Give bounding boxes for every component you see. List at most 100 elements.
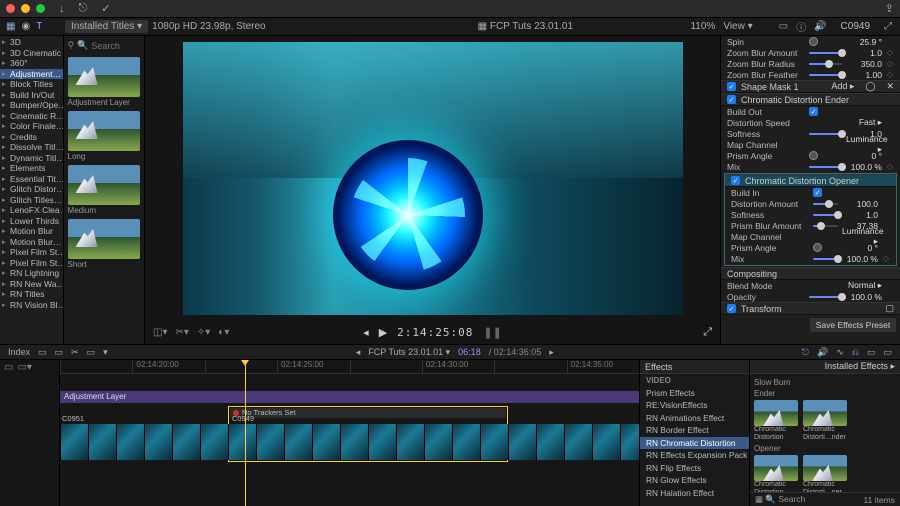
category-item[interactable]: RN Lightning <box>0 268 63 279</box>
slider[interactable] <box>813 203 838 205</box>
param-value[interactable]: 1.0 <box>842 210 878 220</box>
category-item[interactable]: RN Titles <box>0 289 63 300</box>
remove-mask-icon[interactable]: ✕ <box>886 81 894 92</box>
category-item[interactable]: Pixel Film St… <box>0 258 63 269</box>
title-thumbnail[interactable]: Short <box>68 219 140 269</box>
category-item[interactable]: Credits <box>0 132 63 143</box>
retime-tool-icon[interactable]: ◐▾ <box>218 327 229 338</box>
category-item[interactable]: Color Finale… <box>0 121 63 132</box>
photos-icon[interactable]: ◉ <box>21 21 30 32</box>
effect-category[interactable]: RN Flip Effects <box>640 462 749 475</box>
enhance-tool-icon[interactable]: ✧▾ <box>197 327 210 338</box>
tl-tool-2[interactable]: ▭ <box>55 347 64 358</box>
slider[interactable] <box>809 166 842 168</box>
keyframe-icon[interactable]: ◇ <box>882 254 890 263</box>
background-tasks-icon[interactable]: ✓ <box>101 2 110 15</box>
audio-skim-icon[interactable]: 🔊 <box>817 347 828 358</box>
category-item[interactable]: Glitch Titles… <box>0 195 63 206</box>
prev-frame-icon[interactable]: ◂ <box>363 326 369 339</box>
library-icon[interactable]: ▦ <box>6 21 15 32</box>
titles-dropdown[interactable]: Installed Titles ▾ <box>65 20 148 33</box>
category-item[interactable]: RN New Wa… <box>0 279 63 290</box>
tl-zoom-icon[interactable]: ▭▾ <box>17 362 31 373</box>
fx-view-grid-icon[interactable]: ▦ <box>755 494 763 504</box>
category-item[interactable]: 360° <box>0 58 63 69</box>
import-icon[interactable]: ↓ <box>59 3 65 15</box>
param-value[interactable]: Fast ▸ <box>846 117 882 128</box>
tl-layout-2[interactable]: ▭ <box>883 347 892 358</box>
timeline-index-button[interactable]: Index <box>8 347 30 357</box>
slider[interactable] <box>813 225 838 227</box>
param-value[interactable]: 1.00 <box>846 70 882 80</box>
tl-tool-3[interactable]: ✂ <box>71 347 79 358</box>
category-item[interactable]: Essential Tit… <box>0 174 63 185</box>
dial-control[interactable] <box>809 151 818 160</box>
keyframe-icon[interactable]: ◇ <box>886 162 894 171</box>
param-value[interactable]: 0 ° <box>842 243 878 253</box>
crop-tool-icon[interactable]: ✂▾ <box>175 327 188 338</box>
category-item[interactable]: LenoFX Clea… <box>0 205 63 216</box>
close-window[interactable] <box>6 4 15 13</box>
category-item[interactable]: Dynamic Titl… <box>0 153 63 164</box>
keyframe-icon[interactable]: ◇ <box>886 59 894 68</box>
effect-category[interactable]: RN Border Effect <box>640 424 749 437</box>
slider[interactable] <box>809 74 842 76</box>
viewer-timecode[interactable]: 2:14:25:08 <box>397 326 473 339</box>
keyframe-icon[interactable]: ◇ <box>886 48 894 57</box>
effect-thumbnail[interactable]: Chromatic Distortion Opener <box>754 455 798 492</box>
video-clip[interactable] <box>60 424 639 460</box>
category-item[interactable]: Glitch Distor… <box>0 184 63 195</box>
category-item[interactable]: Pixel Film St… <box>0 247 63 258</box>
tl-tool-4[interactable]: ▭ <box>87 347 96 358</box>
category-item[interactable]: 3D Cinematic <box>0 48 63 59</box>
category-item[interactable]: Motion Blur <box>0 226 63 237</box>
transform-section[interactable]: ✓Transform▢ <box>721 302 900 315</box>
save-preset-button[interactable]: Save Effects Preset <box>810 318 896 332</box>
category-item[interactable]: Dissolve Titl… <box>0 142 63 153</box>
title-thumbnail[interactable]: Long <box>68 111 140 161</box>
category-item[interactable]: Build In/Out <box>0 90 63 101</box>
next-frame-icon[interactable]: ❚❚ <box>483 326 501 339</box>
effect-category[interactable]: RN Chromatic Distortion <box>640 437 749 450</box>
category-item[interactable]: Block Titles <box>0 79 63 90</box>
ender-section[interactable]: ✓Chromatic Distortion Ender <box>721 93 900 106</box>
category-item[interactable]: Bumper/Ope… <box>0 100 63 111</box>
skimming-icon[interactable]: ⎋ <box>802 347 809 358</box>
snap-icon[interactable]: ⎌ <box>852 347 859 358</box>
effect-thumbnail[interactable]: Chromatic Distorti…nder 02 <box>803 400 847 442</box>
title-thumbnail[interactable]: Medium <box>68 165 140 215</box>
tracker-indicator[interactable]: No Trackers Set <box>230 408 506 418</box>
title-clip[interactable]: Adjustment Layer <box>60 391 639 403</box>
titles-icon[interactable]: T <box>36 21 42 32</box>
shape-mask-section[interactable]: ✓Shape Mask 1Add ▸◯✕ <box>721 80 900 93</box>
category-item[interactable]: Elements <box>0 163 63 174</box>
slider[interactable] <box>809 52 842 54</box>
maximize-window[interactable] <box>36 4 45 13</box>
playhead[interactable] <box>245 360 246 506</box>
effect-category[interactable]: RN Halation Effect <box>640 487 749 500</box>
mask-options-icon[interactable]: ◯ <box>865 81 875 92</box>
scale-tool-icon[interactable]: ◫▾ <box>153 327 167 338</box>
effect-category[interactable]: RE:VisionEffects <box>640 399 749 412</box>
param-value[interactable]: 0 ° <box>846 151 882 161</box>
param-value[interactable]: 350.0 <box>846 59 882 69</box>
dial-control[interactable] <box>809 37 818 46</box>
tl-layout-1[interactable]: ▭ <box>867 347 876 358</box>
timeline-project-dropdown[interactable]: FCP Tuts 23.01.01 ▾ <box>368 347 450 358</box>
play-icon[interactable]: ▶ <box>379 326 387 339</box>
category-item[interactable]: Lower Thirds <box>0 216 63 227</box>
param-value[interactable]: 100.0 % <box>846 292 882 302</box>
effect-category[interactable]: RN Glow Effects <box>640 474 749 487</box>
inspector-tab-audio[interactable]: 🔊 <box>814 21 826 32</box>
effects-filter-dropdown[interactable]: Installed Effects ▸ <box>825 361 895 372</box>
timeline-tracks[interactable]: 02:14:20:0002:14:25:0002:14:30:0002:14:3… <box>60 360 640 506</box>
category-item[interactable]: Adjustment… <box>0 69 63 80</box>
share-icon[interactable]: ⇪ <box>885 2 894 15</box>
add-mask[interactable]: Add ▸ <box>831 81 854 92</box>
effect-category[interactable]: RN Animations Effect <box>640 412 749 425</box>
dial-control[interactable] <box>813 243 822 252</box>
effect-category[interactable]: Prism Effects <box>640 387 749 400</box>
keyframe-icon[interactable]: ◇ <box>886 70 894 79</box>
slider[interactable] <box>813 258 838 260</box>
search-input[interactable] <box>91 41 141 51</box>
